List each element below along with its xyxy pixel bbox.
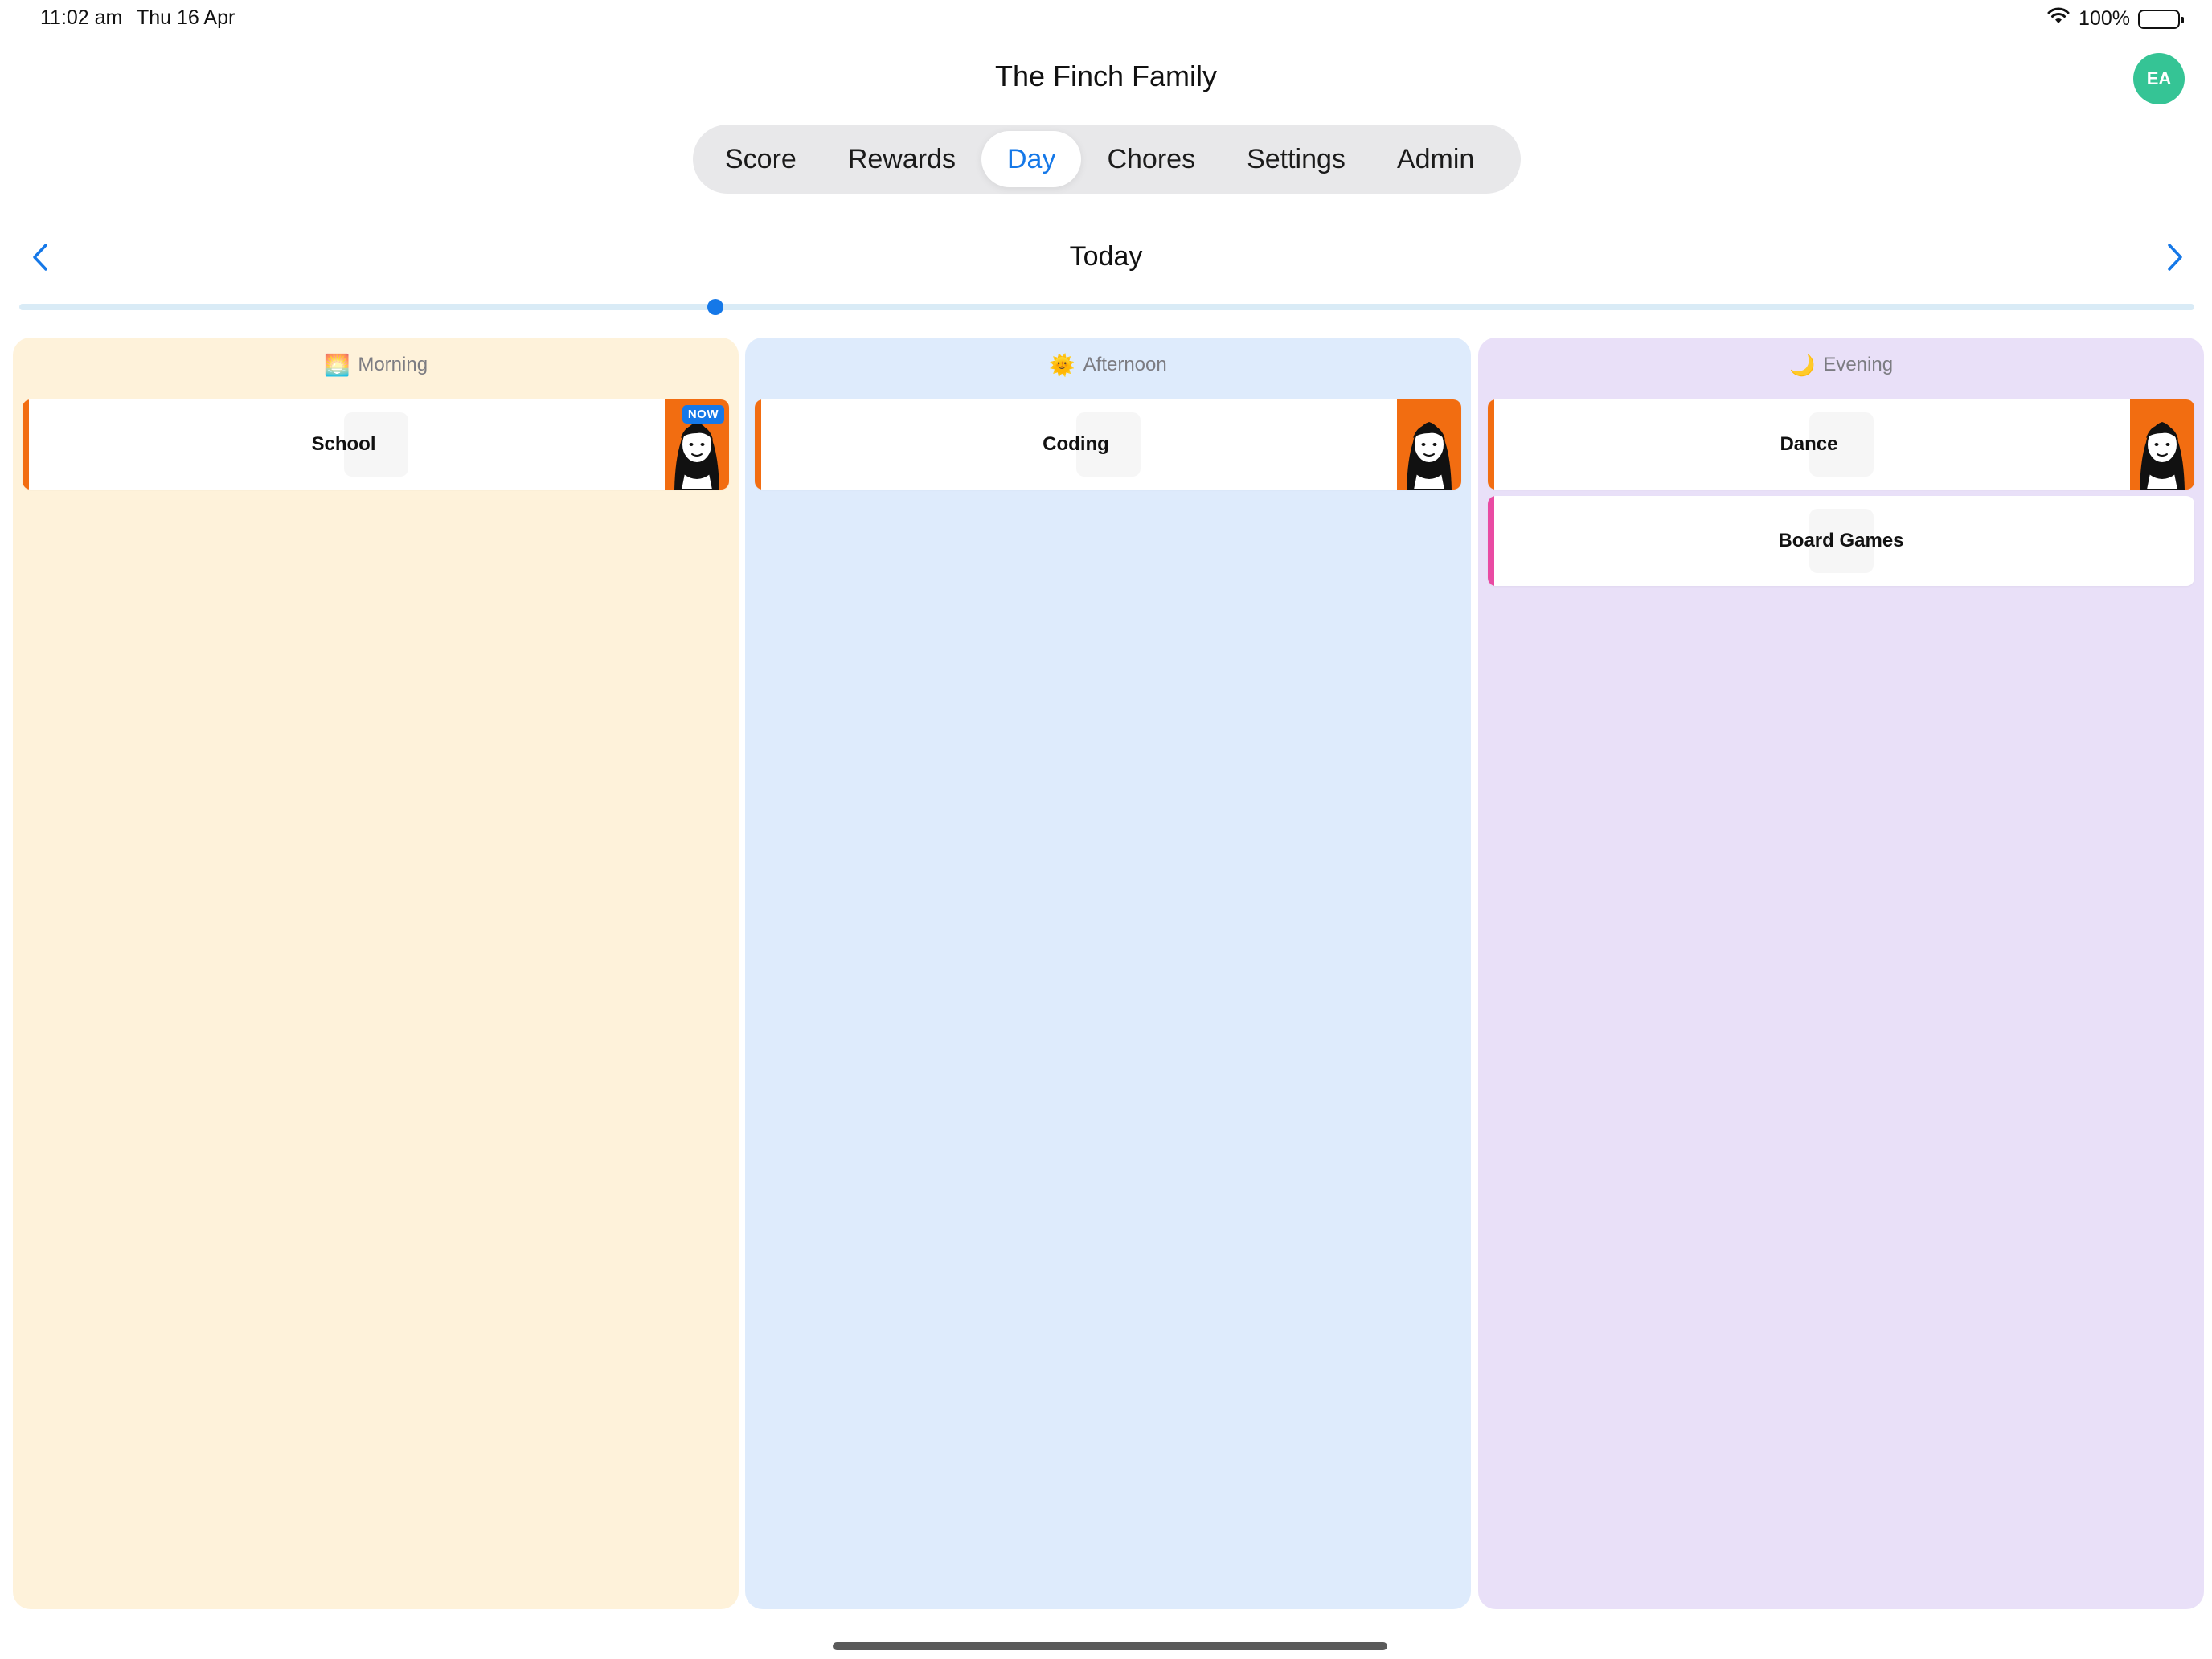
day-timeline-track[interactable] bbox=[19, 304, 2194, 310]
assignee-avatar[interactable] bbox=[2130, 399, 2194, 490]
activity-card-coding[interactable]: Coding bbox=[755, 399, 1461, 490]
status-indicators: 100% bbox=[2046, 6, 2184, 31]
segmented-tab-bar: Score Rewards Day Chores Settings Admin bbox=[693, 125, 1521, 194]
assignee-avatar[interactable]: NOW bbox=[665, 399, 729, 490]
current-time-marker[interactable] bbox=[707, 299, 723, 315]
assignee-avatar[interactable] bbox=[1397, 399, 1461, 490]
column-evening: 🌙 Evening Dance Board Games bbox=[1478, 338, 2204, 1609]
tab-day[interactable]: Day bbox=[981, 131, 1082, 187]
chevron-right-icon[interactable] bbox=[2159, 240, 2191, 275]
activity-card-school[interactable]: School NOW bbox=[23, 399, 729, 490]
afternoon-emoji-icon: 🌞 bbox=[1049, 353, 1075, 377]
column-label: Evening bbox=[1823, 354, 1894, 375]
activity-title: Coding bbox=[1043, 433, 1109, 455]
app-root: 11:02 am Thu 16 Apr 100% The Finch Famil… bbox=[0, 0, 2212, 1659]
wifi-icon bbox=[2046, 6, 2071, 31]
tab-admin[interactable]: Admin bbox=[1371, 131, 1500, 187]
column-header-afternoon: 🌞 Afternoon bbox=[745, 354, 1471, 376]
column-header-morning: 🌅 Morning bbox=[13, 354, 739, 376]
activity-title: Board Games bbox=[1778, 530, 1904, 551]
activity-card-dance[interactable]: Dance bbox=[1488, 399, 2194, 490]
column-label: Morning bbox=[358, 354, 428, 375]
current-date-label: Today bbox=[1069, 241, 1143, 272]
morning-emoji-icon: 🌅 bbox=[323, 353, 350, 377]
activity-card-board-games[interactable]: Board Games bbox=[1488, 496, 2194, 586]
now-badge: NOW bbox=[682, 405, 724, 424]
tab-score[interactable]: Score bbox=[699, 131, 822, 187]
column-header-evening: 🌙 Evening bbox=[1478, 354, 2204, 376]
status-date: Thu 16 Apr bbox=[137, 6, 236, 29]
tab-settings[interactable]: Settings bbox=[1221, 131, 1371, 187]
battery-icon bbox=[2138, 9, 2184, 29]
page-title: The Finch Family bbox=[994, 59, 1218, 92]
status-time: 11:02 am bbox=[40, 6, 123, 29]
battery-percent: 100% bbox=[2079, 7, 2130, 30]
column-morning: 🌅 Morning School NOW bbox=[13, 338, 739, 1609]
column-afternoon: 🌞 Afternoon Coding bbox=[745, 338, 1471, 1609]
tab-chores[interactable]: Chores bbox=[1081, 131, 1221, 187]
column-label: Afternoon bbox=[1083, 354, 1167, 375]
user-avatar[interactable]: EA bbox=[2133, 53, 2185, 104]
home-indicator[interactable] bbox=[833, 1642, 1387, 1650]
activity-title: Dance bbox=[1780, 433, 1838, 455]
evening-emoji-icon: 🌙 bbox=[1788, 353, 1816, 377]
tab-rewards[interactable]: Rewards bbox=[822, 131, 981, 187]
activity-title: School bbox=[311, 433, 376, 455]
